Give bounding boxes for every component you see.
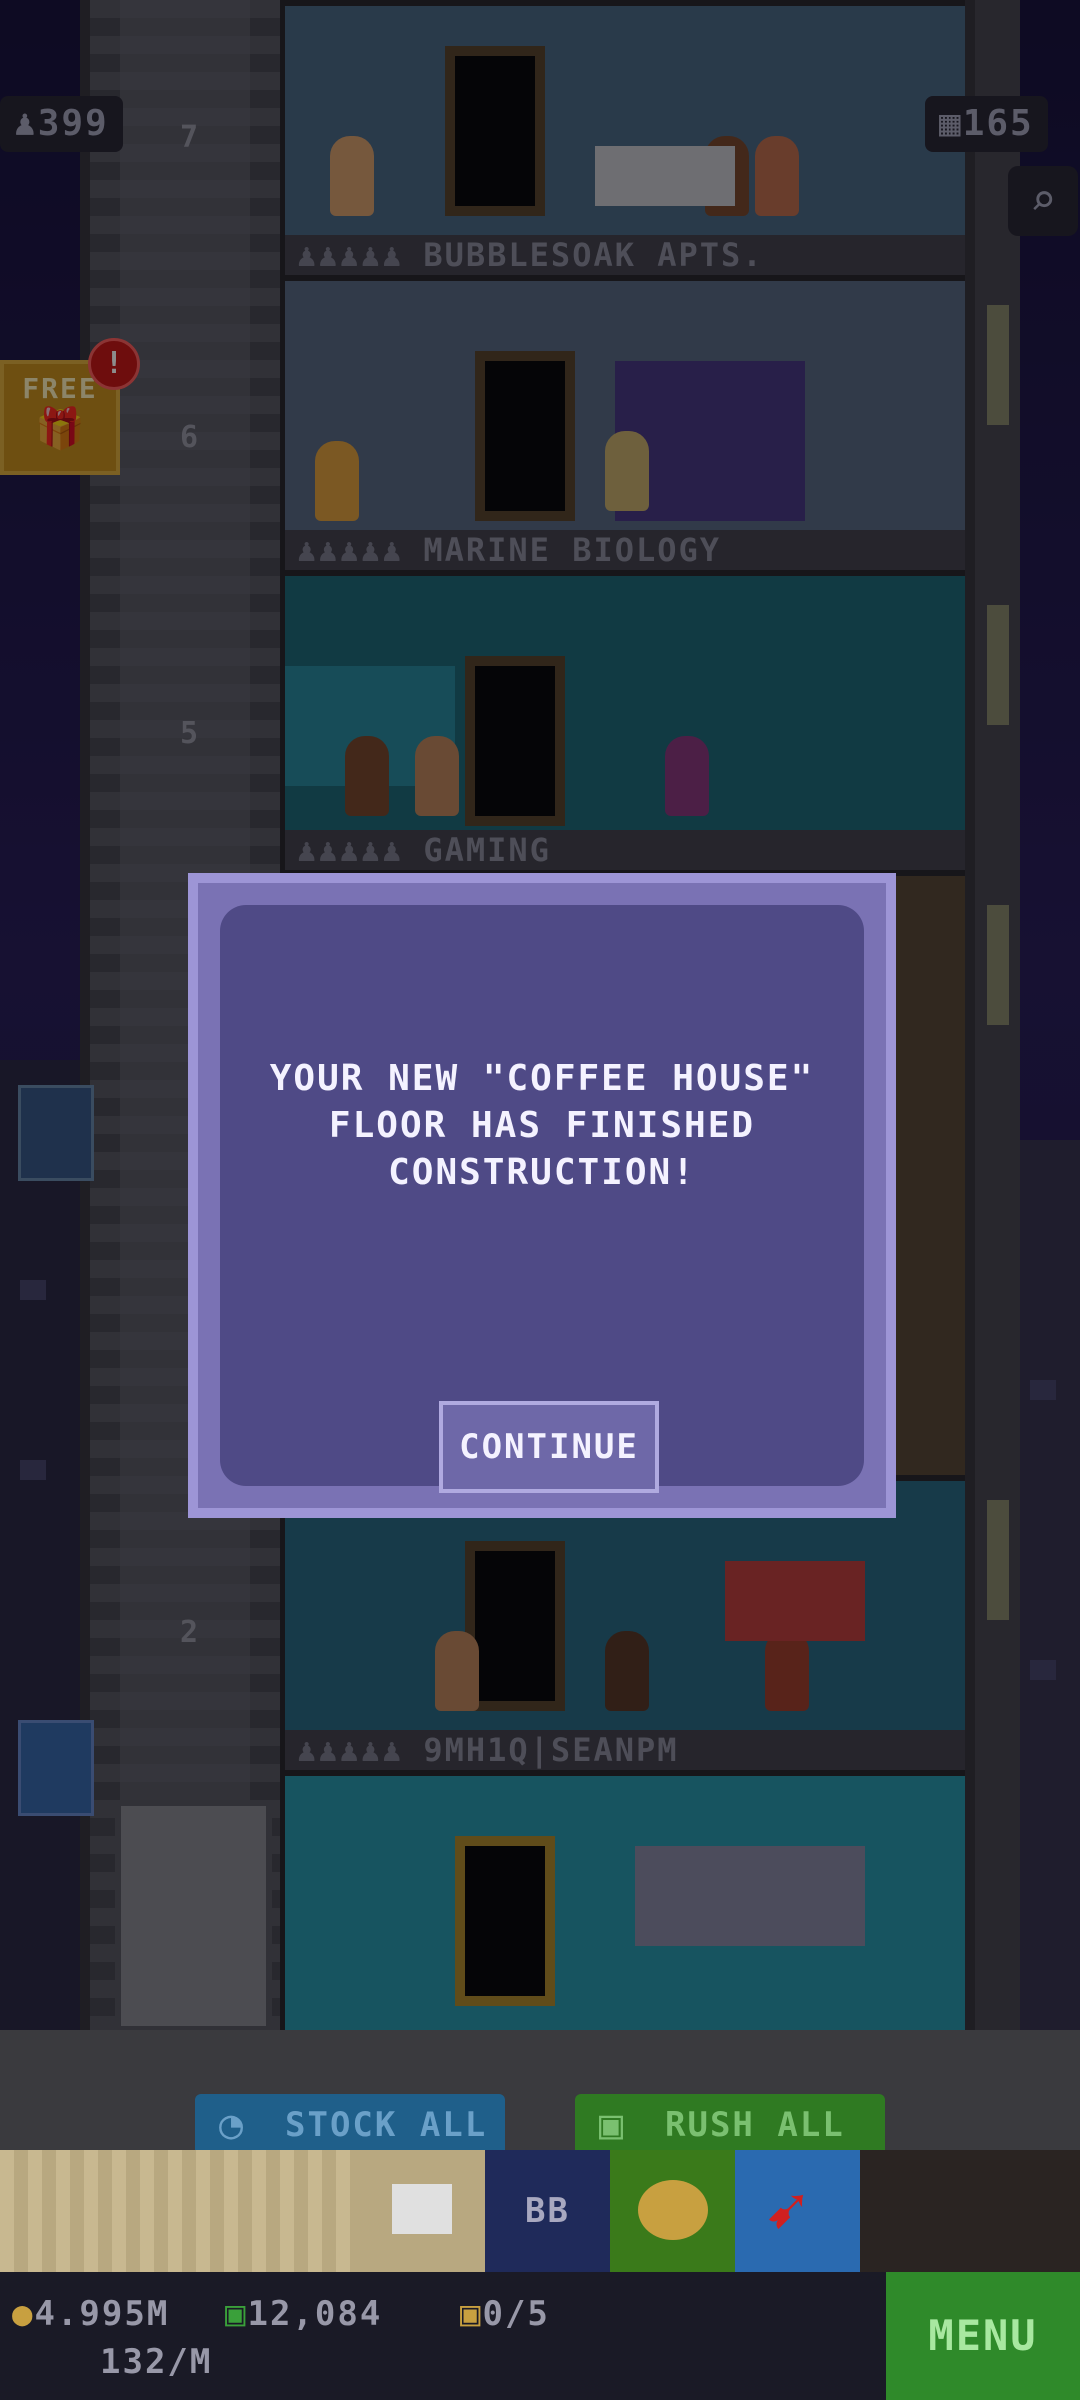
bux-ticket-icon: ▣ <box>599 2102 626 2148</box>
dialog-panel: YOUR NEW "COFFEE HOUSE" FLOOR HAS FINISH… <box>220 905 864 1493</box>
stock-all-label: STOCK ALL <box>285 2105 488 2145</box>
menu-button[interactable]: MENU <box>886 2272 1080 2400</box>
build-tray <box>0 2150 360 2272</box>
coins-button[interactable] <box>610 2150 735 2272</box>
bitbook-button[interactable]: BB <box>485 2150 610 2272</box>
vip-stat[interactable]: ▣0/5 <box>460 2294 550 2334</box>
continue-button[interactable]: CONTINUE <box>439 1401 659 1493</box>
stock-all-button[interactable]: ◔ STOCK ALL <box>195 2094 505 2156</box>
clock-icon: ◔ <box>219 2102 246 2148</box>
tray-empty <box>860 2150 1080 2272</box>
income-rate: 132/M <box>100 2342 213 2382</box>
coin-icon: ● <box>12 2294 35 2334</box>
vip-icon: ▣ <box>460 2294 483 2334</box>
bux-stat[interactable]: ▣12,084 <box>225 2294 382 2334</box>
pin-icon: ➹ <box>765 2170 808 2252</box>
raffle-button[interactable]: ➹ <box>735 2150 860 2272</box>
bux-icon: ▣ <box>225 2294 248 2334</box>
construction-complete-dialog: YOUR NEW "COFFEE HOUSE" FLOOR HAS FINISH… <box>188 873 896 1518</box>
rush-all-button[interactable]: ▣ RUSH ALL <box>575 2094 885 2156</box>
coins-icon <box>638 2180 708 2240</box>
box-icon <box>392 2184 452 2234</box>
dialog-message: YOUR NEW "COFFEE HOUSE" FLOOR HAS FINISH… <box>269 1058 815 1193</box>
box-button[interactable] <box>360 2150 485 2272</box>
rush-all-label: RUSH ALL <box>665 2105 845 2145</box>
coins-stat[interactable]: ●4.995M <box>12 2294 169 2334</box>
